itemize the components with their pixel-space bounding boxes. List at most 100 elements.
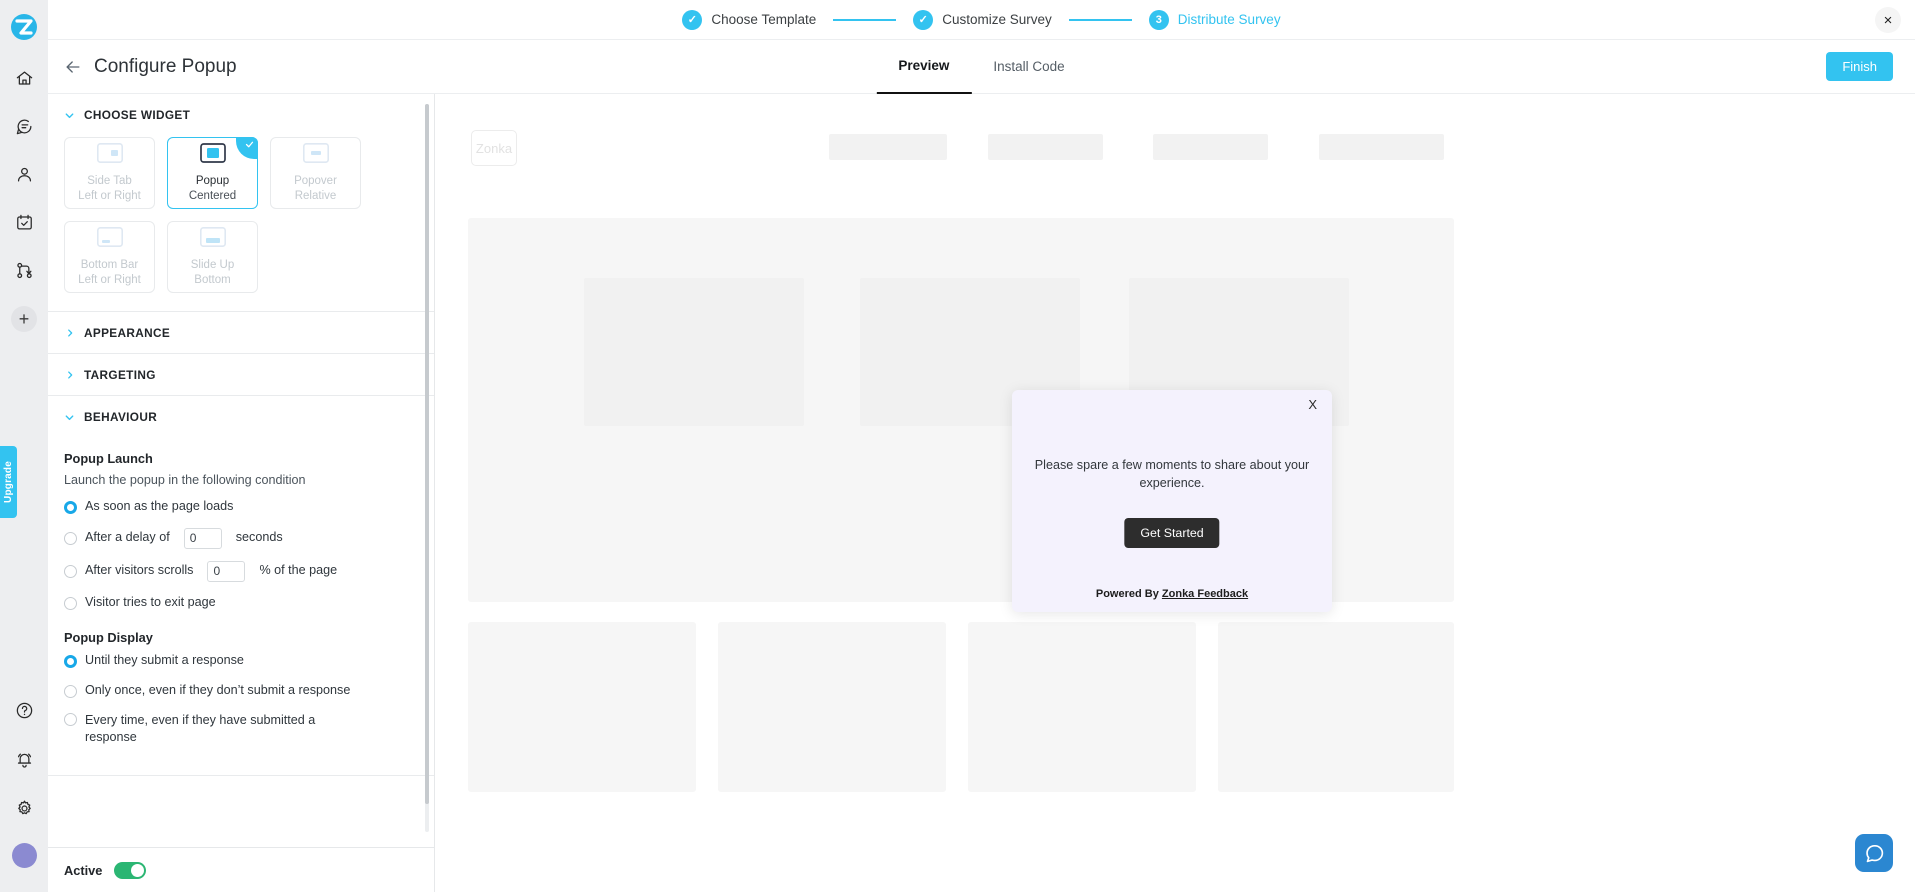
popup-footer-link[interactable]: Zonka Feedback	[1162, 588, 1248, 600]
preview-nav-item	[829, 134, 947, 160]
contacts-icon[interactable]	[10, 160, 38, 188]
upgrade-button[interactable]: Upgrade	[0, 446, 17, 518]
rail-bottom-icons	[0, 696, 48, 868]
widget-card-bottom-bar[interactable]: Bottom Bar Left or Right	[64, 221, 155, 293]
section-behaviour-header[interactable]: BEHAVIOUR	[48, 396, 434, 437]
tab-preview[interactable]: Preview	[876, 40, 972, 94]
widget-card-popup[interactable]: Popup Centered	[167, 137, 258, 209]
widget-card-side-tab-sub: Left or Right	[78, 189, 141, 202]
preview-card	[968, 622, 1196, 792]
section-appearance-header[interactable]: APPEARANCE	[48, 312, 434, 353]
popup-close-icon[interactable]: X	[1308, 397, 1317, 412]
section-targeting-header[interactable]: TARGETING	[48, 354, 434, 395]
radio-display-only-once[interactable]: Only once, even if they don’t submit a r…	[64, 682, 418, 700]
chevron-down-icon	[64, 412, 75, 423]
panel-scrollbar-thumb[interactable]	[425, 104, 429, 804]
section-choose-widget-header[interactable]: CHOOSE WIDGET	[48, 94, 434, 135]
rail-icon-list	[10, 64, 38, 284]
avatar[interactable]	[11, 843, 37, 868]
widget-card-side-tab[interactable]: Side Tab Left or Right	[64, 137, 155, 209]
radio-indicator	[64, 654, 77, 668]
preview-card	[468, 622, 696, 792]
preview-card	[718, 622, 946, 792]
popup-cta-button[interactable]: Get Started	[1124, 518, 1220, 548]
radio-display-until-submit[interactable]: Until they submit a response	[64, 652, 418, 670]
widget-card-slide-up-name: Slide Up	[190, 258, 235, 271]
popup-display-title: Popup Display	[64, 629, 153, 645]
zonka-logo-icon[interactable]	[9, 12, 39, 42]
page-header: Configure Popup Preview Install Code Fin…	[48, 40, 1915, 94]
radio-launch-exit-intent[interactable]: Visitor tries to exit page	[64, 594, 418, 612]
radio-display-until-submit-label: Until they submit a response	[85, 652, 244, 667]
notifications-icon[interactable]	[10, 745, 38, 773]
settings-icon[interactable]	[10, 794, 38, 822]
preview-card	[1218, 622, 1454, 792]
preview-site-logo: Zonka	[471, 130, 517, 166]
section-behaviour: BEHAVIOUR Popup Launch Launch the popup …	[48, 396, 434, 777]
back-arrow-icon[interactable]	[60, 54, 86, 80]
radio-launch-scroll[interactable]: After visitors scrolls % of the page	[64, 560, 418, 582]
home-icon[interactable]	[10, 64, 38, 92]
step-2-badge: ✓	[913, 9, 934, 30]
step-3-label: Distribute Survey	[1177, 12, 1281, 27]
header-tabs: Preview Install Code	[876, 40, 1086, 94]
help-icon[interactable]	[10, 696, 38, 724]
step-distribute-survey[interactable]: 3 Distribute Survey	[1148, 9, 1281, 30]
active-toggle[interactable]	[114, 861, 147, 879]
section-behaviour-title: BEHAVIOUR	[84, 410, 158, 424]
radio-launch-page-loads-label: As soon as the page loads	[85, 499, 234, 513]
section-appearance-title: APPEARANCE	[84, 326, 171, 340]
step-connector-1	[833, 18, 897, 21]
section-targeting: TARGETING	[48, 354, 434, 396]
tab-install-code[interactable]: Install Code	[971, 40, 1086, 94]
radio-launch-page-loads[interactable]: As soon as the page loads	[64, 498, 418, 516]
workflow-icon[interactable]	[10, 256, 38, 284]
step-1-label: Choose Template	[711, 12, 817, 27]
radio-display-every-time[interactable]: Every time, even if they have submitted …	[64, 712, 339, 748]
side-tab-icon	[96, 142, 123, 168]
add-button[interactable]: +	[11, 306, 37, 332]
step-2-label: Customize Survey	[942, 12, 1052, 27]
delay-seconds-input[interactable]	[183, 527, 222, 549]
radio-indicator	[64, 532, 77, 546]
step-customize-survey[interactable]: ✓ Customize Survey	[913, 9, 1052, 30]
radio-display-every-time-label: Every time, even if they have submitted …	[85, 712, 316, 745]
slide-up-icon	[199, 226, 226, 252]
radio-launch-exit-intent-label: Visitor tries to exit page	[85, 594, 216, 609]
wizard-topbar: ✓ Choose Template ✓ Customize Survey 3 D…	[48, 0, 1915, 40]
widget-card-bottom-bar-sub: Left or Right	[78, 273, 141, 286]
configuration-panel: CHOOSE WIDGET Side Tab Left or Right Pop…	[48, 94, 435, 892]
chevron-right-icon	[64, 370, 75, 380]
step-choose-template[interactable]: ✓ Choose Template	[682, 9, 817, 30]
close-icon[interactable]: ×	[1875, 7, 1901, 33]
left-nav-rail: + Upgrade	[0, 0, 48, 892]
chat-bubble-icon[interactable]	[1855, 834, 1893, 872]
widget-card-popover-name: Popover	[294, 174, 337, 187]
tasks-icon[interactable]	[10, 208, 38, 236]
widget-card-popover[interactable]: Popover Relative	[270, 137, 361, 209]
feedback-icon[interactable]	[10, 112, 38, 140]
behaviour-body: Popup Launch Launch the popup in the fol…	[48, 451, 434, 775]
widget-card-slide-up[interactable]: Slide Up Bottom	[167, 221, 258, 293]
step-1-badge: ✓	[682, 9, 703, 30]
radio-display-only-once-label: Only once, even if they don’t submit a r…	[85, 682, 351, 697]
section-choose-widget: CHOOSE WIDGET Side Tab Left or Right Pop…	[48, 94, 434, 312]
step-connector-2	[1068, 18, 1132, 21]
preview-nav-item	[1319, 134, 1444, 160]
radio-launch-delay-label-before: After a delay of	[85, 530, 170, 545]
scroll-percent-input[interactable]	[207, 560, 246, 582]
radio-indicator	[64, 596, 77, 610]
wizard-stepper: ✓ Choose Template ✓ Customize Survey 3 D…	[682, 9, 1281, 30]
radio-launch-delay[interactable]: After a delay of seconds	[64, 527, 418, 549]
widget-card-side-tab-name: Side Tab	[87, 174, 132, 187]
radio-indicator	[64, 684, 77, 698]
bottom-bar-icon	[96, 226, 123, 252]
popover-relative-icon	[302, 142, 329, 168]
radio-indicator	[64, 712, 77, 726]
finish-button[interactable]: Finish	[1826, 52, 1893, 81]
selected-check-icon	[236, 137, 258, 159]
active-label: Active	[64, 862, 103, 878]
popup-launch-subtitle: Launch the popup in the following condit…	[64, 473, 306, 487]
widget-card-popover-sub: Relative	[294, 189, 337, 202]
step-3-badge: 3	[1148, 9, 1169, 30]
